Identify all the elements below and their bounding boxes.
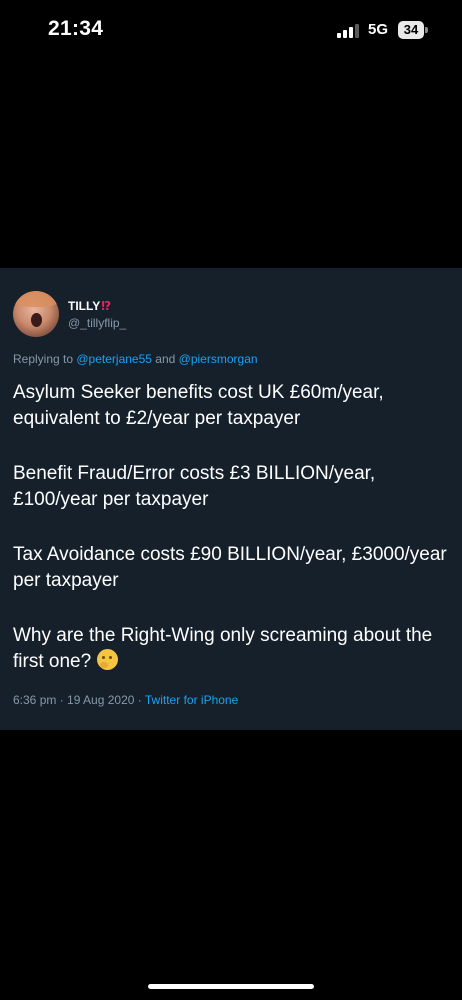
avatar-mouth — [31, 313, 42, 327]
tweet-paragraph: Tax Avoidance costs £90 BILLION/year, £3… — [13, 544, 447, 591]
avatar[interactable] — [13, 291, 59, 337]
tweet-paragraph-last: Why are the Right-Wing only screaming ab… — [13, 623, 453, 675]
network-label: 5G — [368, 21, 389, 38]
status-bar: 21:34 5G 34 — [0, 0, 462, 64]
status-time: 21:34 — [48, 17, 104, 40]
tweet-source[interactable]: Twitter for iPhone — [145, 693, 238, 707]
reply-and: and — [151, 352, 179, 366]
home-indicator[interactable] — [148, 984, 314, 989]
tweet-paragraph: Asylum Seeker benefits cost UK £60m/year… — [13, 382, 384, 429]
battery-tip — [425, 27, 428, 33]
reply-mention-1[interactable]: @peterjane55 — [76, 352, 152, 366]
meta-separator: · — [56, 693, 68, 707]
tweet-paragraph-text: Why are the Right-Wing only screaming ab… — [13, 625, 433, 672]
display-name-row[interactable]: TILLY ⁉ — [68, 298, 111, 314]
exclamation-question-icon: ⁉ — [101, 299, 112, 313]
tweet-card: TILLY ⁉ @_tillyflip_ Replying to @peterj… — [0, 268, 462, 730]
avatar-hair — [13, 291, 59, 307]
battery-level: 34 — [398, 21, 424, 39]
meta-separator: · — [134, 693, 145, 707]
tweet-time[interactable]: 6:36 pm — [13, 693, 56, 707]
cellular-signal-icon — [337, 24, 359, 38]
reply-mention-2[interactable]: @piersmorgan — [179, 352, 258, 366]
tweet-date[interactable]: 19 Aug 2020 — [67, 693, 134, 707]
reply-prefix: Replying to — [13, 352, 77, 366]
reply-to-line: Replying to @peterjane55 and @piersmorga… — [13, 352, 258, 366]
battery-icon: 34 — [398, 21, 429, 39]
tweet-text: Asylum Seeker benefits cost UK £60m/year… — [13, 380, 453, 675]
tweet-meta: 6:36 pm · 19 Aug 2020 · Twitter for iPho… — [13, 693, 238, 707]
tweet-paragraph: Benefit Fraud/Error costs £3 BILLION/yea… — [13, 463, 376, 510]
user-handle[interactable]: @_tillyflip_ — [68, 316, 126, 330]
display-name[interactable]: TILLY — [68, 299, 100, 313]
thinking-face-icon — [97, 649, 119, 670]
